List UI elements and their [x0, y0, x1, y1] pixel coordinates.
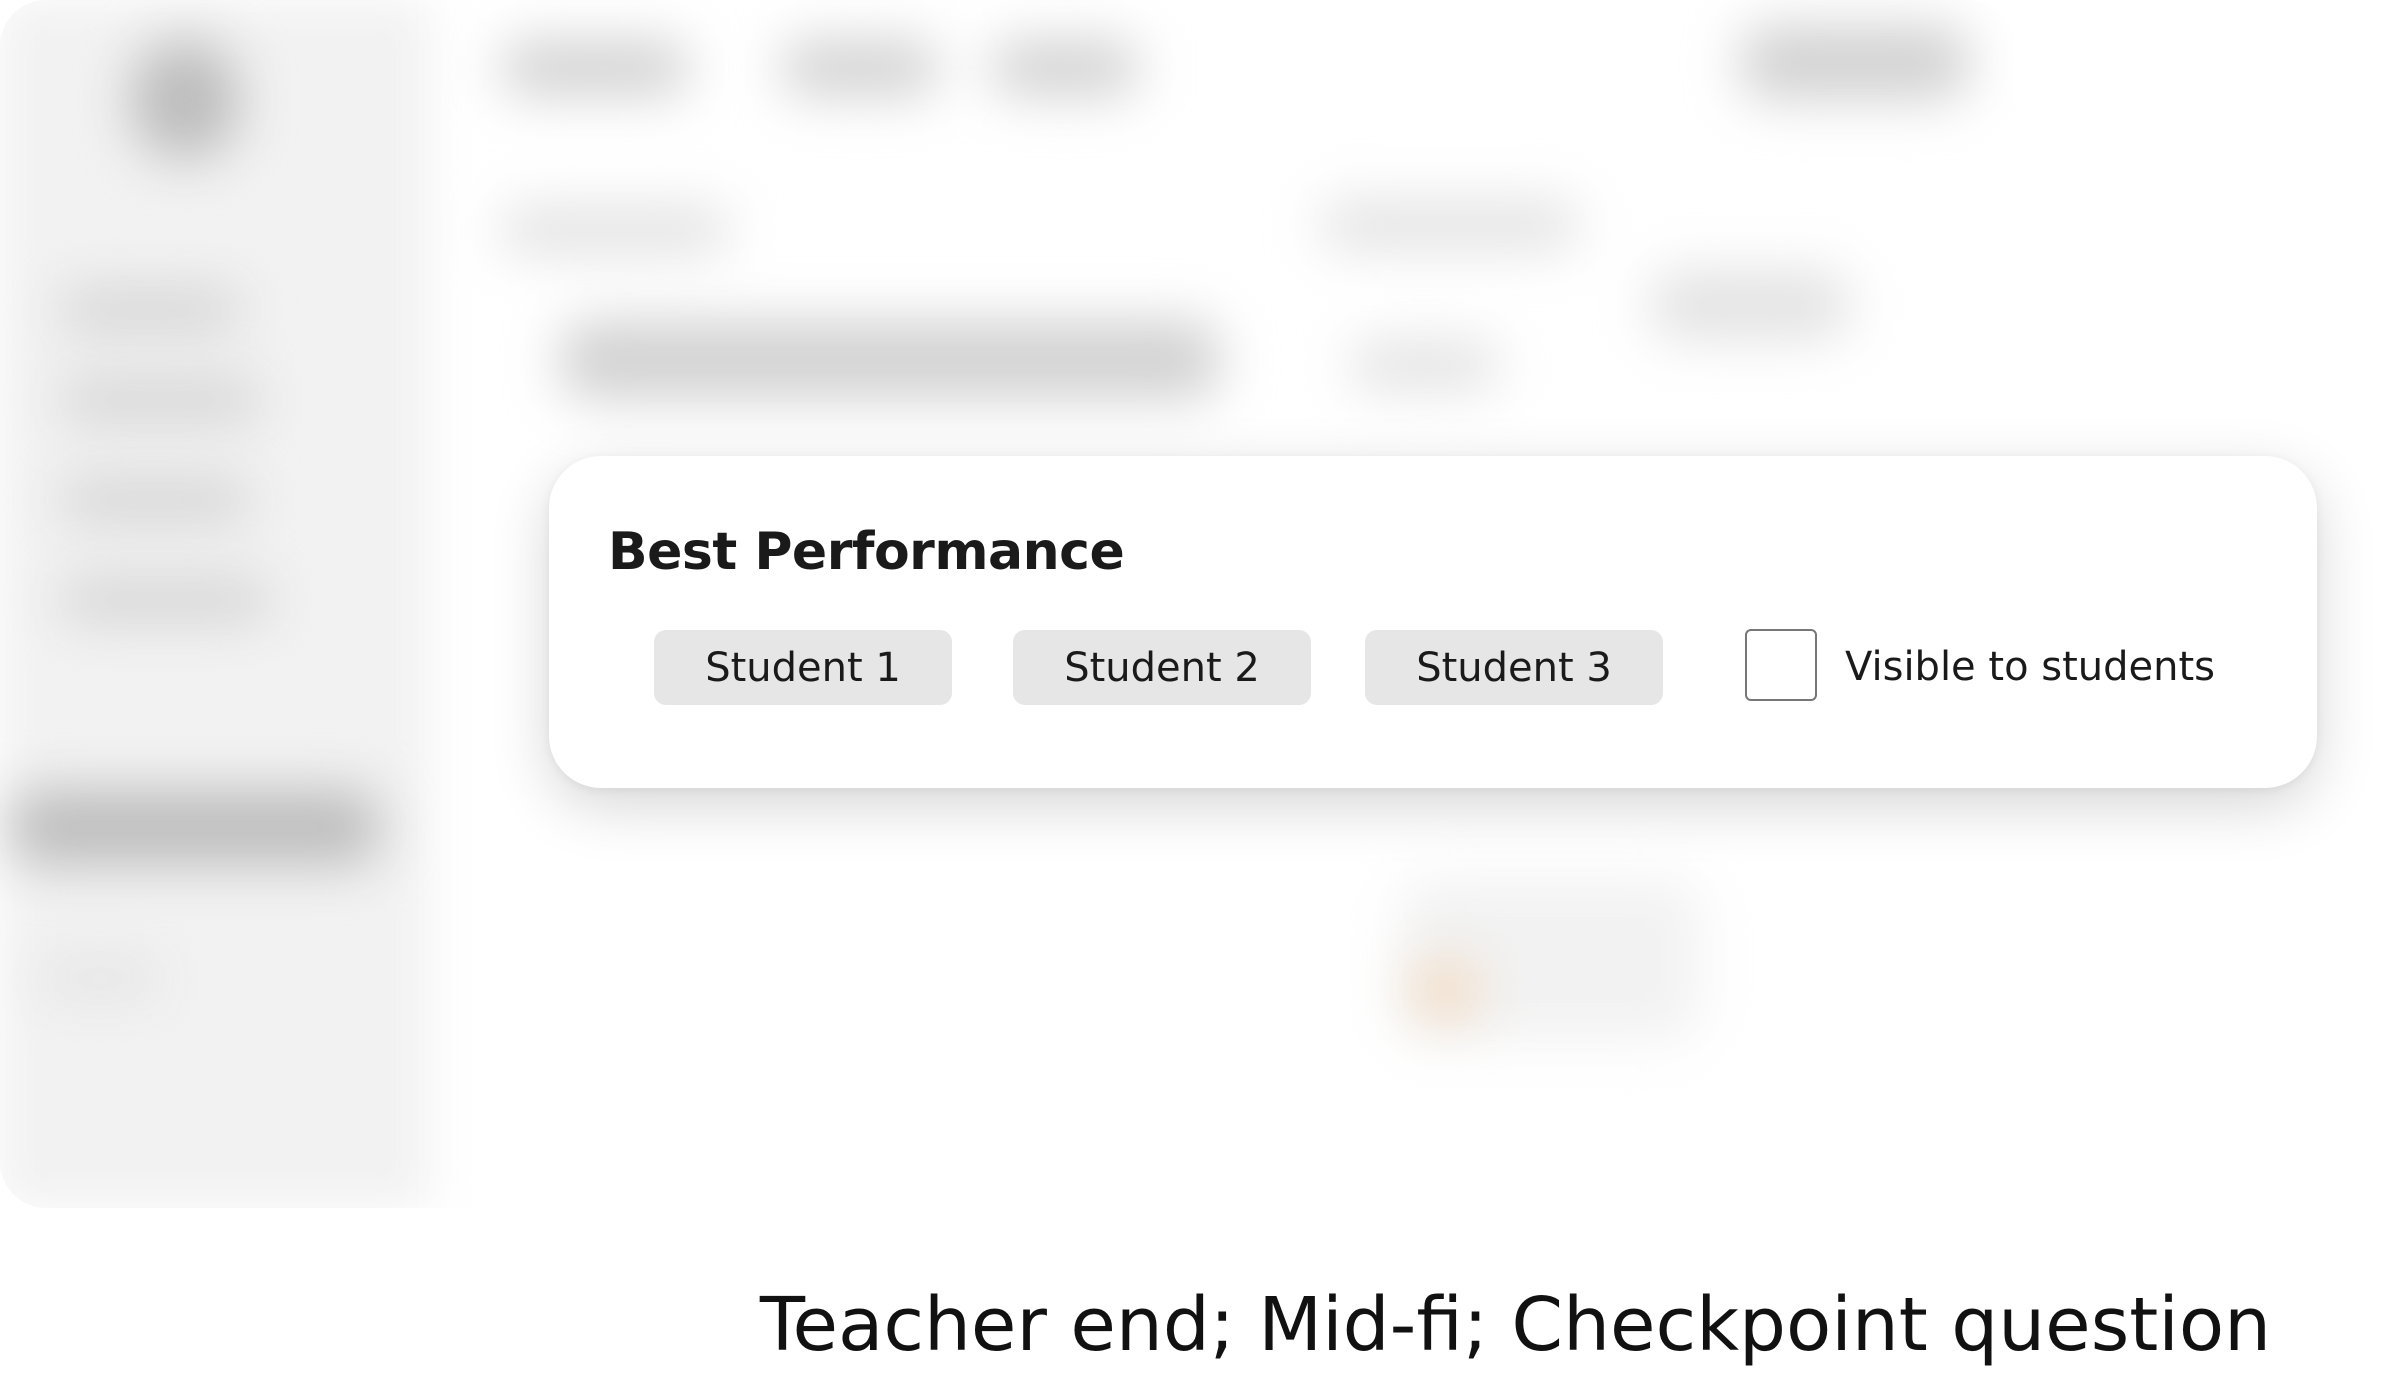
student-chip-3[interactable]: Student 3 — [1365, 630, 1663, 705]
blurred-topbar-item — [990, 40, 1140, 96]
blurred-topbar-item — [780, 40, 940, 96]
caption: Teacher end; Mid-fi; Checkpoint question — [759, 1282, 2271, 1368]
blurred-content-accent — [1410, 960, 1480, 1020]
blurred-sidebar-item — [60, 380, 260, 420]
visible-to-students-checkbox[interactable] — [1745, 629, 1817, 701]
blurred-content-bar — [560, 320, 1220, 400]
blurred-section-heading — [500, 205, 730, 255]
blurred-content-block — [1350, 340, 1500, 390]
best-performance-card: Best Performance Student 1 Student 2 Stu… — [549, 456, 2317, 788]
card-title: Best Performance — [608, 522, 1125, 582]
blurred-sidebar-item — [60, 290, 240, 330]
blurred-content-block — [1650, 270, 1850, 340]
blurred-logo — [130, 40, 240, 160]
student-chip-2[interactable]: Student 2 — [1013, 630, 1311, 705]
visible-to-students-label: Visible to students — [1845, 644, 2215, 690]
blurred-topbar-item — [500, 40, 690, 96]
blurred-topbar-button — [1740, 25, 1970, 100]
blurred-sidebar-active-item — [10, 790, 380, 865]
blurred-sidebar-item — [60, 580, 270, 620]
blurred-sidebar-item — [40, 960, 160, 996]
student-chip-1[interactable]: Student 1 — [654, 630, 952, 705]
blurred-section-heading — [1320, 200, 1580, 250]
blurred-sidebar-item — [60, 480, 250, 520]
